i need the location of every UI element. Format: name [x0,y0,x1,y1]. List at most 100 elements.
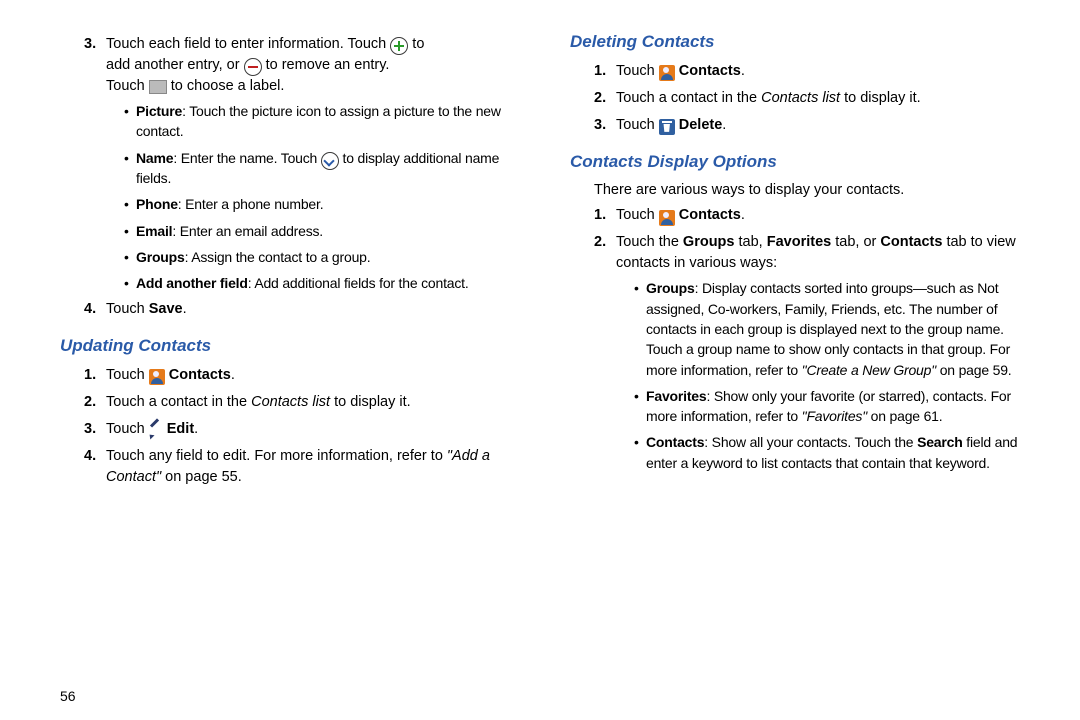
text: to display it. [330,394,411,410]
bullet-email: Email: Enter an email address. [124,221,530,241]
step-number: 1. [84,365,96,386]
text: : Show all your contacts. Touch the [704,434,917,450]
save-label: Save [149,301,183,317]
update-step-4: 4. Touch any field to edit. For more inf… [84,446,530,488]
display-bullets: Groups: Display contacts sorted into gro… [616,278,1040,473]
text: on page 61. [867,408,942,424]
contacts-list-label: Contacts list [761,90,840,106]
bullet-name: Name: Enter the name. Touch to display a… [124,148,530,189]
text: : Add additional fields for the contact. [248,275,469,291]
text: tab, [734,234,766,250]
manual-page: 3. Touch each field to enter information… [0,0,1080,720]
display-steps: 1. Touch Contacts. 2. Touch the Groups t… [570,205,1040,473]
delete-step-2: 2. Touch a contact in the Contacts list … [594,88,1040,109]
edit-icon [149,423,163,437]
text: to [412,36,424,52]
groups-tab-label: Groups [683,234,735,250]
text: : Enter a phone number. [178,196,324,212]
text: . [231,367,235,383]
label: Name [136,150,173,166]
text: . [183,301,187,317]
update-step-2: 2. Touch a contact in the Contacts list … [84,392,530,413]
label-icon [149,80,167,94]
edit-label: Edit [167,421,194,437]
contacts-label: Contacts [169,367,231,383]
step-number: 3. [594,115,606,136]
text: : Assign the contact to a group. [185,249,371,265]
heading-deleting-contacts: Deleting Contacts [570,30,1040,55]
text: on page 55. [161,469,242,485]
contacts-label: Contacts [679,63,741,79]
step-number: 2. [594,232,606,253]
text: Touch [616,63,659,79]
step-number: 4. [84,446,96,467]
text: Touch [106,78,149,94]
bullet-groups: Groups: Assign the contact to a group. [124,247,530,267]
label: Add another field [136,275,248,291]
step-number: 2. [84,392,96,413]
contacts-icon [659,65,675,81]
minus-icon [244,58,262,76]
bullet-phone: Phone: Enter a phone number. [124,194,530,214]
favorites-tab-label: Favorites [767,234,831,250]
text: : Touch the picture icon to assign a pic… [136,103,501,139]
text: to remove an entry. [266,57,390,73]
bullet-picture: Picture: Touch the picture icon to assig… [124,101,530,142]
search-label: Search [917,434,963,450]
label: Groups [646,280,695,296]
deleting-steps: 1. Touch Contacts. 2. Touch a contact in… [570,61,1040,136]
bullet-favorites-view: Favorites: Show only your favorite (or s… [634,386,1040,427]
text: Touch a contact in the [106,394,251,410]
label: Phone [136,196,178,212]
creating-contact-steps-cont: 3. Touch each field to enter information… [60,34,530,320]
bullet-add-field: Add another field: Add additional fields… [124,273,530,293]
step-number: 1. [594,61,606,82]
label: Contacts [646,434,704,450]
delete-step-1: 1. Touch Contacts. [594,61,1040,82]
delete-label: Delete [679,117,723,133]
ref-favorites: "Favorites" [802,408,867,424]
text: Touch [616,117,659,133]
right-column: Deleting Contacts 1. Touch Contacts. 2. … [570,30,1040,710]
text: Touch [106,367,149,383]
display-intro: There are various ways to display your c… [594,180,1040,201]
display-step-2: 2. Touch the Groups tab, Favorites tab, … [594,232,1040,473]
text: Touch the [616,234,683,250]
page-number: 56 [60,688,76,704]
text: to choose a label. [171,78,285,94]
label: Groups [136,249,185,265]
chevron-down-icon [321,152,339,170]
contacts-icon [149,369,165,385]
contacts-tab-label: Contacts [880,234,942,250]
step-4: 4. Touch Save. [84,299,530,320]
contacts-label: Contacts [679,207,741,223]
left-column: 3. Touch each field to enter information… [60,30,530,710]
text: Touch any field to edit. For more inform… [106,448,447,464]
label: Email [136,223,172,239]
step-number: 3. [84,419,96,440]
step-number: 2. [594,88,606,109]
display-step-1: 1. Touch Contacts. [594,205,1040,226]
field-bullets: Picture: Touch the picture icon to assig… [106,101,530,293]
text: add another entry, or [106,57,244,73]
bullet-contacts-view: Contacts: Show all your contacts. Touch … [634,432,1040,473]
text: . [741,63,745,79]
heading-updating-contacts: Updating Contacts [60,334,530,359]
heading-display-options: Contacts Display Options [570,150,1040,175]
contacts-icon [659,210,675,226]
step-number: 4. [84,299,96,320]
delete-icon [659,119,675,135]
text: to display it. [840,90,921,106]
update-step-1: 1. Touch Contacts. [84,365,530,386]
updating-steps: 1. Touch Contacts. 2. Touch a contact in… [60,365,530,488]
text: Touch a contact in the [616,90,761,106]
contacts-list-label: Contacts list [251,394,330,410]
text: : Enter an email address. [172,223,323,239]
ref-create-group: "Create a New Group" [802,362,936,378]
step-number: 1. [594,205,606,226]
text: . [722,117,726,133]
delete-step-3: 3. Touch Delete. [594,115,1040,136]
label: Picture [136,103,182,119]
plus-icon [390,37,408,55]
text: . [741,207,745,223]
